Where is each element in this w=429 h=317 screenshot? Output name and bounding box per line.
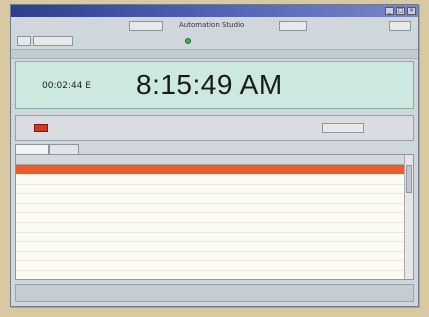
app-name: Automation Studio [179, 21, 245, 29]
table-row[interactable] [16, 271, 405, 279]
status-bar [15, 284, 414, 302]
table-row[interactable] [16, 194, 405, 204]
on-air-indicator-icon [34, 124, 48, 132]
table-row[interactable] [16, 261, 405, 271]
table-row[interactable] [16, 242, 405, 252]
mode-toggle[interactable] [17, 36, 31, 46]
log-table [15, 154, 414, 280]
main-toolbar: Automation Studio [11, 19, 418, 33]
tab-2[interactable] [49, 144, 79, 154]
app-window: _ □ × Automation Studio 00:02:44 E 8:15:… [10, 4, 419, 307]
elapsed-counter: 00:02:44 E [42, 81, 91, 91]
table-row[interactable] [16, 223, 405, 233]
toolbar-button-left[interactable] [129, 21, 163, 31]
info-strip [11, 49, 418, 59]
secondary-toolbar [11, 35, 418, 49]
toolbar-item-1[interactable] [33, 36, 73, 46]
player-strip [15, 115, 414, 141]
scrollbar-thumb[interactable] [406, 165, 412, 193]
table-row[interactable] [16, 213, 405, 223]
table-row-active[interactable] [16, 165, 405, 175]
close-button[interactable]: × [407, 7, 416, 15]
clock-panel: 00:02:44 E 8:15:49 AM [15, 61, 414, 109]
table-row[interactable] [16, 175, 405, 185]
table-row[interactable] [16, 203, 405, 214]
maximize-button[interactable]: □ [396, 7, 405, 15]
table-row[interactable] [16, 184, 405, 195]
status-indicator-icon [185, 38, 191, 44]
table-row[interactable] [16, 232, 405, 243]
tab-1[interactable] [15, 144, 49, 154]
player-button[interactable] [322, 123, 364, 133]
table-header [16, 155, 405, 165]
toolbar-button-right[interactable] [279, 21, 307, 31]
toolbar-button-far-right[interactable] [389, 21, 411, 31]
table-row[interactable] [16, 251, 405, 262]
title-bar[interactable]: _ □ × [11, 5, 418, 17]
minimize-button[interactable]: _ [385, 7, 394, 15]
vertical-scrollbar[interactable] [404, 155, 413, 279]
current-time: 8:15:49 AM [136, 69, 283, 100]
